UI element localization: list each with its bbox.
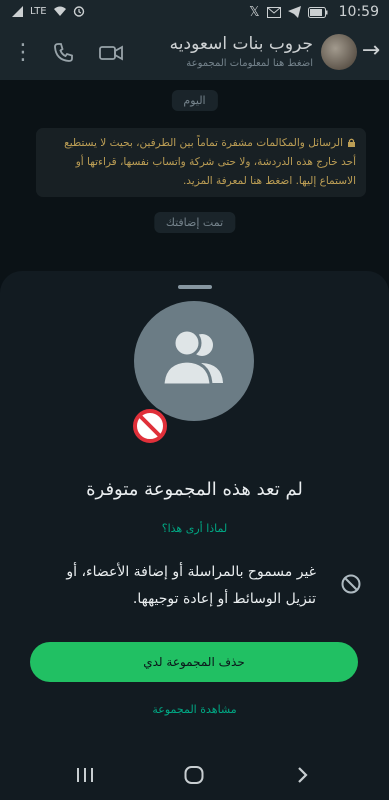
sheet-title: لم تعد هذه المجموعة متوفرة xyxy=(86,479,303,500)
signal-icon xyxy=(12,5,23,17)
view-group-link[interactable]: مشاهدة المجموعة xyxy=(0,703,389,716)
telegram-icon xyxy=(287,6,301,18)
why-link[interactable]: لماذا أرى هذا؟ xyxy=(0,522,389,535)
group-people-icon xyxy=(161,328,223,387)
gmail-icon xyxy=(266,6,281,18)
encryption-notice[interactable]: الرسائل والمكالمات مشفرة تماماً بين الطر… xyxy=(36,128,366,197)
back-arrow-icon[interactable]: → xyxy=(359,38,383,64)
encryption-text: الرسائل والمكالمات مشفرة تماماً بين الطر… xyxy=(64,137,356,187)
video-icon[interactable] xyxy=(98,40,124,66)
group-avatar-small[interactable] xyxy=(321,34,357,70)
chat-area: اليوم الرسائل والمكالمات مشفرة تماماً بي… xyxy=(0,80,389,280)
drag-handle[interactable] xyxy=(177,285,212,289)
date-chip: اليوم xyxy=(171,90,218,111)
delete-group-button[interactable]: حذف المجموعة لدي xyxy=(30,642,358,682)
wifi-icon xyxy=(53,6,66,16)
battery-icon xyxy=(307,6,328,18)
group-avatar xyxy=(134,301,254,421)
chat-header[interactable]: → جروب بنات اسعوديه اضغط هنا لمعلومات ال… xyxy=(0,26,389,80)
status-bar: LTE 𝕏 10:59 xyxy=(0,0,389,26)
clock: 10:59 xyxy=(338,4,379,20)
x-icon: 𝕏 xyxy=(249,4,260,20)
group-info-hint[interactable]: اضغط هنا لمعلومات المجموعة xyxy=(186,58,313,69)
more-icon[interactable]: ⋮ xyxy=(10,40,36,66)
group-title[interactable]: جروب بنات اسعوديه xyxy=(170,34,313,54)
prohibited-icon xyxy=(131,407,169,445)
phone-icon[interactable] xyxy=(50,40,76,66)
alarm-icon xyxy=(73,6,84,17)
blocked-icon xyxy=(341,574,361,594)
nav-back-icon[interactable] xyxy=(290,764,314,786)
network-label: LTE xyxy=(30,5,47,17)
restriction-notice: غير مسموح بالمراسلة أو إضافة الأعضاء، أو… xyxy=(66,564,316,607)
lock-icon xyxy=(348,138,355,147)
recent-apps-icon[interactable] xyxy=(73,764,97,786)
added-chip: تمت إضافتك xyxy=(153,212,236,233)
bottom-sheet: لم تعد هذه المجموعة متوفرة لماذا أرى هذا… xyxy=(0,271,389,750)
home-icon[interactable] xyxy=(182,764,206,786)
system-nav-bar xyxy=(0,750,389,800)
